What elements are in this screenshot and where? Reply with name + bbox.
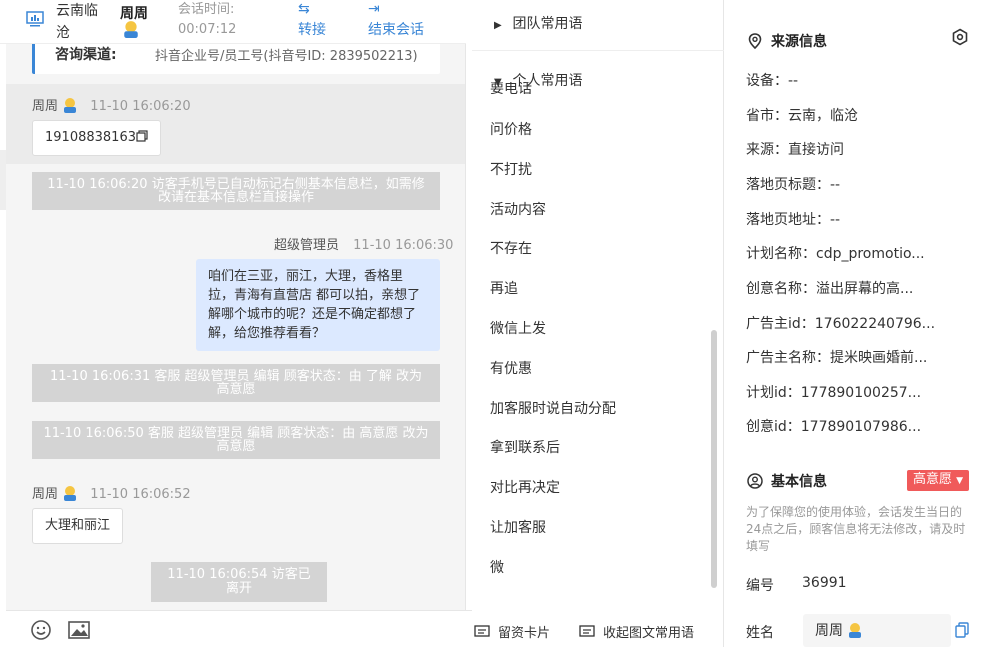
- chat-header: 云南临沧 周周 会话时间: 00:07:12 ⇆ 转接 ⇥ 结束会话: [0, 0, 466, 44]
- name-label: 姓名: [746, 625, 774, 641]
- info-row-plan-id: 计划id：177890100257...: [746, 385, 922, 401]
- collapse-icon: [579, 625, 595, 637]
- group-label: 团队常用语: [512, 16, 583, 32]
- session-time-label: 会话时间:: [178, 2, 235, 17]
- info-row-advertiser-id: 广告主id：176022240796...: [746, 316, 936, 332]
- chat-input-toolbar: [6, 610, 472, 647]
- phrases-scrollbar[interactable]: [711, 330, 717, 588]
- visitor-info-panel: 来源信息 设备：-- 省市：云南，临沧 来源：直接访问 落地页标题：-- 落地页…: [725, 0, 984, 647]
- name-value: 周周: [815, 623, 843, 639]
- emoji-icon[interactable]: [30, 619, 52, 641]
- channel-label: 咨询渠道:: [55, 47, 117, 63]
- user-circle-icon: [747, 473, 763, 489]
- copy-icon[interactable]: [136, 130, 148, 142]
- source-info-title: 来源信息: [747, 31, 827, 51]
- message-text: 19108838163: [45, 130, 136, 145]
- section-title-text: 基本信息: [771, 474, 827, 490]
- visitor-location: 云南临沧: [56, 3, 98, 41]
- visitor-message-bubble[interactable]: 大理和丽江: [32, 508, 124, 544]
- info-row-province-city: 省市：云南，临沧: [746, 108, 858, 124]
- button-label: 收起图文常用语: [603, 626, 695, 641]
- agent-message-bubble[interactable]: 咱们在三亚，丽江，大理，香格里拉，青海有直营店 都可以拍，亲想了解哪个城市的呢？…: [196, 259, 440, 351]
- system-message: 11-10 16:06:20 访客手机号已自动标记右侧基本信息栏，如需修改请在基…: [32, 172, 440, 210]
- end-session-label: 结束会话: [368, 22, 424, 38]
- message-meta: 超级管理员 11-10 16:06:30: [274, 234, 453, 253]
- phrase-item[interactable]: 活动内容: [490, 199, 546, 219]
- transfer-button[interactable]: ⇆ 转接: [298, 0, 326, 40]
- chat-panel: 咨询渠道: 抖音企业号/员工号(抖音号ID: 2839502213) 周周 11…: [6, 0, 466, 647]
- phrase-item[interactable]: 问价格: [490, 119, 532, 139]
- sender-name: 周周: [32, 99, 59, 114]
- phrase-item[interactable]: 微: [490, 557, 504, 577]
- session-time-value: 00:07:12: [178, 22, 237, 37]
- phrase-item[interactable]: 再追: [490, 278, 518, 298]
- info-row-creative-id: 创意id：177890107986...: [746, 419, 922, 435]
- phrase-item[interactable]: 有优惠: [490, 358, 532, 378]
- phrase-item[interactable]: 拿到联系后: [490, 437, 560, 457]
- settings-hex-icon[interactable]: [951, 28, 969, 46]
- number-value: 36991: [802, 575, 847, 591]
- system-message: 11-10 16:06:50 客服 超级管理员 编辑 顾客状态：由 高意愿 改为…: [32, 421, 440, 459]
- info-row-landing-title: 落地页标题：--: [746, 177, 841, 193]
- message-meta: 周周 11-10 16:06:52: [32, 483, 191, 502]
- info-row-device: 设备：--: [746, 73, 799, 89]
- card-icon: [474, 625, 490, 637]
- team-phrases-group[interactable]: ▶ 团队常用语: [494, 13, 582, 33]
- avatar-icon: [64, 98, 77, 113]
- avatar-icon: [124, 21, 138, 38]
- message-time: 11-10 16:06:30: [353, 238, 454, 253]
- phrase-item[interactable]: 让加客服: [490, 517, 546, 537]
- lead-card-button[interactable]: 留资卡片: [474, 622, 550, 641]
- end-session-button[interactable]: ⇥ 结束会话: [368, 0, 424, 40]
- phrases-panel: ▶ 团队常用语 ▼ 个人常用语 要电话 问价格 不打扰 活动内容 不存在 再追 …: [472, 0, 724, 647]
- message-time: 11-10 16:06:20: [90, 99, 191, 114]
- info-row-advertiser-name: 广告主名称：提米映画婚前...: [746, 350, 928, 366]
- sender-name: 超级管理员: [274, 238, 340, 253]
- customer-service-console: 咨询渠道: 抖音企业号/员工号(抖音号ID: 2839502213) 周周 11…: [0, 0, 984, 647]
- info-row-creative-name: 创意名称：溢出屏幕的高...: [746, 281, 914, 297]
- channel-value: 抖音企业号/员工号(抖音号ID: 2839502213): [155, 49, 418, 64]
- button-label: 留资卡片: [498, 626, 551, 641]
- location-pin-icon: [748, 33, 762, 49]
- exit-icon: ⇥: [368, 1, 380, 17]
- section-title-text: 来源信息: [771, 34, 827, 50]
- phrase-item[interactable]: 加客服时说自动分配: [490, 398, 616, 418]
- phrases-footer: 留资卡片 收起图文常用语: [472, 620, 724, 647]
- image-icon[interactable]: [68, 619, 90, 641]
- info-row-plan-name: 计划名称：cdp_promotio...: [746, 246, 925, 262]
- avatar-icon: [64, 486, 77, 501]
- transfer-label: 转接: [298, 22, 326, 38]
- sender-name: 周周: [32, 487, 59, 502]
- avatar-icon: [849, 623, 862, 638]
- divider: [472, 50, 724, 51]
- status-label: 高意愿: [913, 472, 953, 487]
- name-field[interactable]: 周周: [803, 614, 951, 647]
- phrase-item-clipped[interactable]: 要电话: [490, 82, 532, 94]
- caret-down-icon: ▼: [956, 476, 964, 486]
- message-time: 11-10 16:06:52: [90, 487, 191, 502]
- customer-number-row: 编号 36991: [746, 575, 847, 595]
- copy-icon[interactable]: [955, 622, 969, 638]
- customer-status-dropdown[interactable]: 高意愿 ▼: [907, 470, 970, 491]
- message-meta: 周周 11-10 16:06:20: [32, 95, 191, 114]
- edit-notice: 为了保障您的使用体验，会话发生当日的24点之后，顾客信息将无法修改，请及时填写: [746, 505, 966, 553]
- visitor-message-bubble[interactable]: 19108838163: [32, 120, 161, 156]
- info-row-landing-url: 落地页地址：--: [746, 212, 841, 228]
- phrase-item[interactable]: 不打扰: [490, 159, 532, 179]
- phrase-item[interactable]: 微信上发: [490, 318, 546, 338]
- caret-right-icon: ▶: [494, 20, 502, 31]
- number-label: 编号: [746, 578, 774, 594]
- transfer-icon: ⇆: [298, 1, 310, 17]
- phrase-item[interactable]: 不存在: [490, 238, 532, 258]
- info-row-source: 来源：直接访问: [746, 142, 844, 158]
- basic-info-title: 基本信息: [747, 471, 827, 491]
- monitor-icon: [26, 11, 44, 27]
- system-message: 11-10 16:06:54 访客已离开: [151, 562, 327, 602]
- system-message: 11-10 16:06:31 客服 超级管理员 编辑 顾客状态：由 了解 改为 …: [32, 364, 440, 402]
- phrase-item[interactable]: 对比再决定: [490, 477, 560, 497]
- collapse-phrases-button[interactable]: 收起图文常用语: [579, 622, 694, 641]
